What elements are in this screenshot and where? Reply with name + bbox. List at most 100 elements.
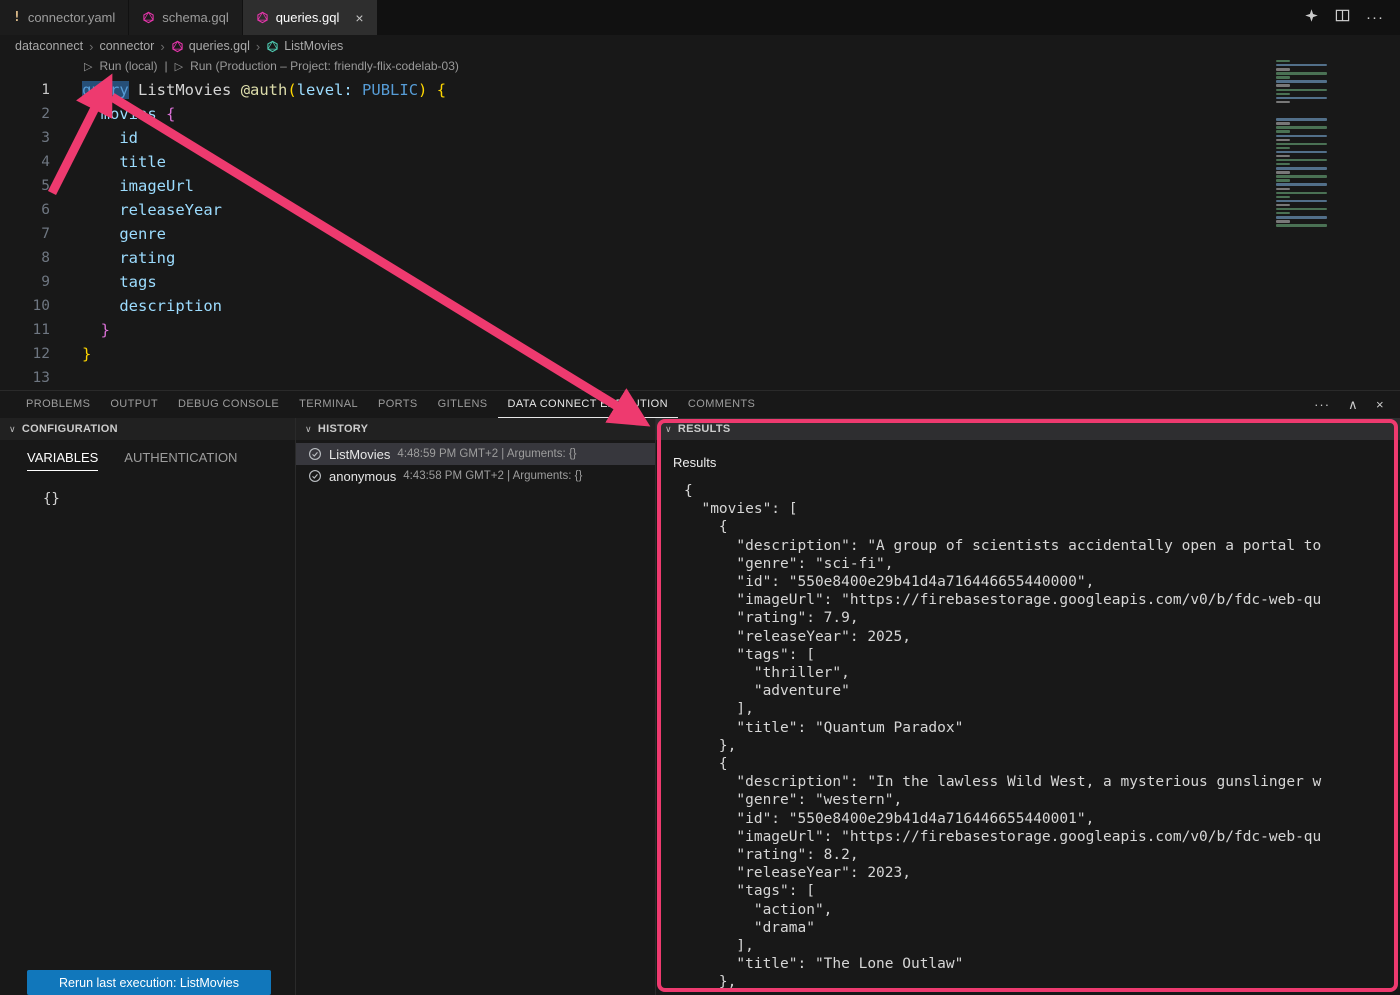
code-line[interactable]: 2 movies { — [0, 102, 1275, 126]
tab-connector.yaml[interactable]: !connector.yaml — [0, 0, 129, 35]
panel-tab-output[interactable]: OUTPUT — [100, 391, 168, 418]
code-line[interactable]: 10 description — [0, 294, 1275, 318]
split-editor-icon[interactable] — [1335, 8, 1350, 28]
breadcrumb-item-dataconnect[interactable]: dataconnect — [15, 39, 83, 53]
minimap-line — [1276, 118, 1327, 120]
code-line[interactable]: 3 id — [0, 126, 1275, 150]
tab-queries.gql[interactable]: queries.gql× — [243, 0, 378, 35]
code-text: genre — [60, 222, 166, 246]
chevron-down-icon: ∨ — [665, 424, 672, 435]
minimap-line — [1276, 200, 1327, 202]
results-title: RESULTS — [678, 423, 731, 435]
panel-tab-gitlens[interactable]: GITLENS — [428, 391, 498, 418]
history-item-ListMovies[interactable]: ListMovies4:48:59 PM GMT+2 | Arguments: … — [296, 443, 655, 465]
breadcrumb-item-ListMovies[interactable]: ListMovies — [266, 39, 343, 53]
breadcrumb-separator-icon: › — [256, 39, 260, 54]
breadcrumb-item-connector[interactable]: connector — [99, 39, 154, 53]
minimap-line — [1276, 135, 1327, 137]
code-line[interactable]: 5 imageUrl — [0, 174, 1275, 198]
line-number: 12 — [0, 342, 60, 366]
panel-more-icon[interactable]: ··· — [1314, 397, 1330, 413]
more-actions-icon[interactable]: ··· — [1366, 9, 1384, 26]
minimap-line — [1276, 179, 1290, 181]
code-line[interactable]: 12} — [0, 342, 1275, 366]
code-text: releaseYear — [60, 198, 222, 222]
minimap-line — [1276, 192, 1327, 194]
minimap-line — [1276, 204, 1290, 206]
minimap-line — [1276, 122, 1290, 124]
minimap-line — [1276, 216, 1327, 218]
tab-label: connector.yaml — [28, 10, 115, 25]
results-json[interactable]: { "movies": [ { "description": "A group … — [684, 482, 1400, 988]
graphql-icon — [256, 11, 269, 24]
minimap-line — [1276, 224, 1327, 226]
minimap-line — [1276, 188, 1290, 190]
configuration-header[interactable]: ∨ CONFIGURATION — [0, 418, 295, 440]
panel-tab-terminal[interactable]: TERMINAL — [289, 391, 368, 418]
code-text: query ListMovies @auth(level: PUBLIC) { — [60, 78, 446, 102]
history-item-name: ListMovies — [329, 447, 390, 462]
config-tab-variables[interactable]: VARIABLES — [27, 450, 98, 471]
minimap-line — [1276, 126, 1327, 128]
chevron-down-icon: ∨ — [305, 424, 312, 435]
history-title: HISTORY — [318, 423, 368, 435]
copilot-sparkle-icon[interactable] — [1304, 8, 1319, 28]
minimap-line — [1276, 167, 1327, 169]
code-line[interactable]: 6 releaseYear — [0, 198, 1275, 222]
graphql-icon — [171, 40, 184, 53]
variables-value[interactable]: {} — [0, 471, 295, 507]
code-line[interactable]: 7 genre — [0, 222, 1275, 246]
tab-schema.gql[interactable]: schema.gql — [129, 0, 242, 35]
panel-tab-ports[interactable]: PORTS — [368, 391, 428, 418]
breadcrumb-separator-icon: › — [160, 39, 164, 54]
results-header[interactable]: ∨ RESULTS — [656, 418, 1400, 440]
chevron-down-icon: ∨ — [9, 424, 16, 435]
line-number: 8 — [0, 246, 60, 270]
run-local-link[interactable]: Run (local) — [99, 59, 157, 73]
code-line[interactable]: 4 title — [0, 150, 1275, 174]
minimap-line — [1276, 80, 1327, 82]
code-text: description — [60, 294, 222, 318]
minimap-line — [1276, 130, 1290, 132]
history-section: ∨ HISTORY ListMovies4:48:59 PM GMT+2 | A… — [296, 418, 656, 995]
history-item-anonymous[interactable]: anonymous4:43:58 PM GMT+2 | Arguments: {… — [296, 465, 655, 487]
history-item-meta: 4:43:58 PM GMT+2 | Arguments: {} — [403, 470, 582, 482]
panel-tab-strip: PROBLEMSOUTPUTDEBUG CONSOLETERMINALPORTS… — [16, 391, 765, 418]
code-area[interactable]: 1query ListMovies @auth(level: PUBLIC) {… — [0, 78, 1275, 390]
panel-maximize-icon[interactable]: ∧ — [1348, 397, 1358, 413]
code-line[interactable]: 9 tags — [0, 270, 1275, 294]
code-line[interactable]: 8 rating — [0, 246, 1275, 270]
line-number: 10 — [0, 294, 60, 318]
bottom-panel: PROBLEMSOUTPUTDEBUG CONSOLETERMINALPORTS… — [0, 390, 1400, 995]
panel-close-icon[interactable]: × — [1376, 397, 1384, 413]
code-line[interactable]: 11 } — [0, 318, 1275, 342]
rerun-button[interactable]: Rerun last execution: ListMovies — [27, 970, 271, 995]
code-text — [60, 366, 82, 390]
panel-body: ∨ CONFIGURATION VARIABLESAUTHENTICATION … — [0, 418, 1400, 995]
codelens: ▷ Run (local) | ▷ Run (Production – Proj… — [84, 59, 459, 73]
configuration-title: CONFIGURATION — [22, 423, 118, 435]
close-icon[interactable]: × — [355, 10, 363, 26]
minimap-line — [1276, 89, 1327, 91]
panel-tab-comments[interactable]: COMMENTS — [678, 391, 765, 418]
config-tab-authentication[interactable]: AUTHENTICATION — [124, 450, 237, 471]
editor[interactable]: ▷ Run (local) | ▷ Run (Production – Proj… — [0, 57, 1400, 390]
breadcrumb-item-queries.gql[interactable]: queries.gql — [171, 39, 250, 53]
minimap-line — [1276, 155, 1290, 157]
minimap[interactable] — [1276, 60, 1386, 228]
panel-tab-debug-console[interactable]: DEBUG CONSOLE — [168, 391, 289, 418]
breadcrumb: dataconnect › connector › queries.gql › ListMo… — [0, 35, 1400, 57]
panel-tab-problems[interactable]: PROBLEMS — [16, 391, 100, 418]
line-number: 6 — [0, 198, 60, 222]
minimap-line — [1276, 220, 1290, 222]
breadcrumb-separator-icon: › — [89, 39, 93, 54]
code-line[interactable]: 13 — [0, 366, 1275, 390]
panel-tab-data-connect-execution[interactable]: DATA CONNECT EXECUTION — [498, 391, 678, 418]
line-number: 4 — [0, 150, 60, 174]
minimap-line — [1276, 72, 1327, 74]
code-line[interactable]: 1query ListMovies @auth(level: PUBLIC) { — [0, 78, 1275, 102]
minimap-line — [1276, 208, 1327, 210]
history-header[interactable]: ∨ HISTORY — [296, 418, 655, 440]
tab-label: schema.gql — [162, 10, 228, 25]
run-production-link[interactable]: Run (Production – Project: friendly-flix… — [190, 59, 459, 73]
